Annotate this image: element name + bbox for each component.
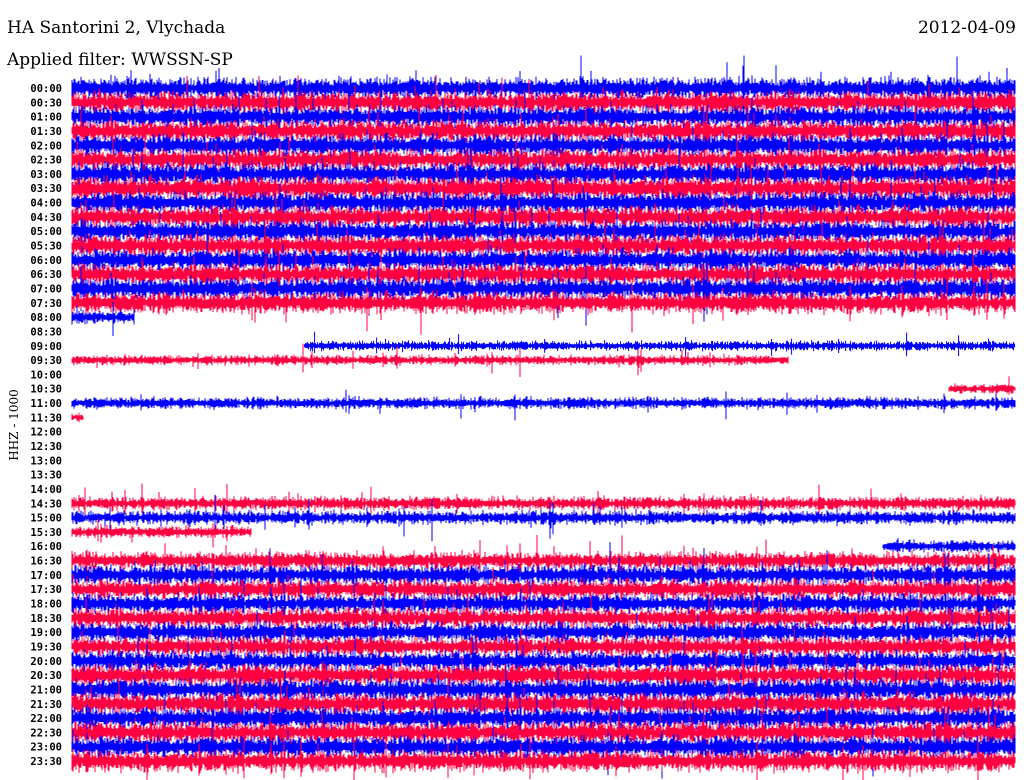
time-tick-label: 02:30 xyxy=(30,155,62,167)
time-tick-label: 15:30 xyxy=(30,527,62,539)
time-tick-label: 09:30 xyxy=(30,355,62,367)
time-tick-label: 12:00 xyxy=(30,427,62,439)
time-tick-label: 17:30 xyxy=(30,584,62,596)
seismogram-plot: 00:00 00:30 01:00 01:30 02:00 02:30 03:00 03:30… xyxy=(30,55,1016,780)
time-tick-label: 16:30 xyxy=(30,556,62,568)
time-tick-label: 20:00 xyxy=(30,656,62,668)
time-tick-label: 22:00 xyxy=(30,713,62,725)
time-tick-label: 01:00 xyxy=(30,112,62,124)
time-tick-label: 07:30 xyxy=(30,298,62,310)
time-tick-label: 09:00 xyxy=(30,341,62,353)
time-tick-label: 23:00 xyxy=(30,742,62,754)
time-tick-label: 05:00 xyxy=(30,226,62,238)
time-tick-label: 00:30 xyxy=(30,97,62,109)
time-tick-label: 04:30 xyxy=(30,212,62,224)
time-tick-label: 13:30 xyxy=(30,470,62,482)
time-tick-label: 18:30 xyxy=(30,613,62,625)
time-tick-label: 19:00 xyxy=(30,627,62,639)
time-tick-label: 06:00 xyxy=(30,255,62,267)
time-tick-label: 13:00 xyxy=(30,455,62,467)
time-tick-label: 20:30 xyxy=(30,670,62,682)
time-tick-label: 12:30 xyxy=(30,441,62,453)
trace-1130 xyxy=(71,412,84,423)
time-tick-label: 14:30 xyxy=(30,498,62,510)
trace-0900 xyxy=(304,331,1016,357)
time-tick-label: 14:00 xyxy=(30,484,62,496)
time-tick-label: 05:30 xyxy=(30,241,62,253)
time-tick-label: 07:00 xyxy=(30,283,62,295)
helicorder-chart: HA Santorini 2, Vlychada Applied filter:… xyxy=(0,0,1024,780)
time-tick-label: 02:00 xyxy=(30,140,62,152)
time-tick-label: 11:00 xyxy=(30,398,62,410)
time-tick-label: 16:00 xyxy=(30,541,62,553)
time-tick-label: 01:30 xyxy=(30,126,62,138)
time-tick-label: 19:30 xyxy=(30,641,62,653)
time-tick-label: 11:30 xyxy=(30,412,62,424)
trace-1100 xyxy=(71,389,1016,421)
time-tick-label: 08:00 xyxy=(30,312,62,324)
time-tick-label: 06:30 xyxy=(30,269,62,281)
time-tick-label: 10:30 xyxy=(30,384,62,396)
time-tick-label: 04:00 xyxy=(30,198,62,210)
time-tick-label: 17:00 xyxy=(30,570,62,582)
time-tick-label: 10:00 xyxy=(30,369,62,381)
time-tick-label: 08:30 xyxy=(30,326,62,338)
trace-1030 xyxy=(948,376,1016,395)
time-tick-label: 21:30 xyxy=(30,699,62,711)
time-tick-label: 21:00 xyxy=(30,684,62,696)
time-tick-label: 18:00 xyxy=(30,599,62,611)
time-tick-label: 23:30 xyxy=(30,756,62,768)
time-tick-label: 22:30 xyxy=(30,727,62,739)
time-tick-label: 03:00 xyxy=(30,169,62,181)
time-tick-label: 03:30 xyxy=(30,183,62,195)
time-tick-label: 00:00 xyxy=(30,83,62,95)
time-tick-label: 15:00 xyxy=(30,513,62,525)
